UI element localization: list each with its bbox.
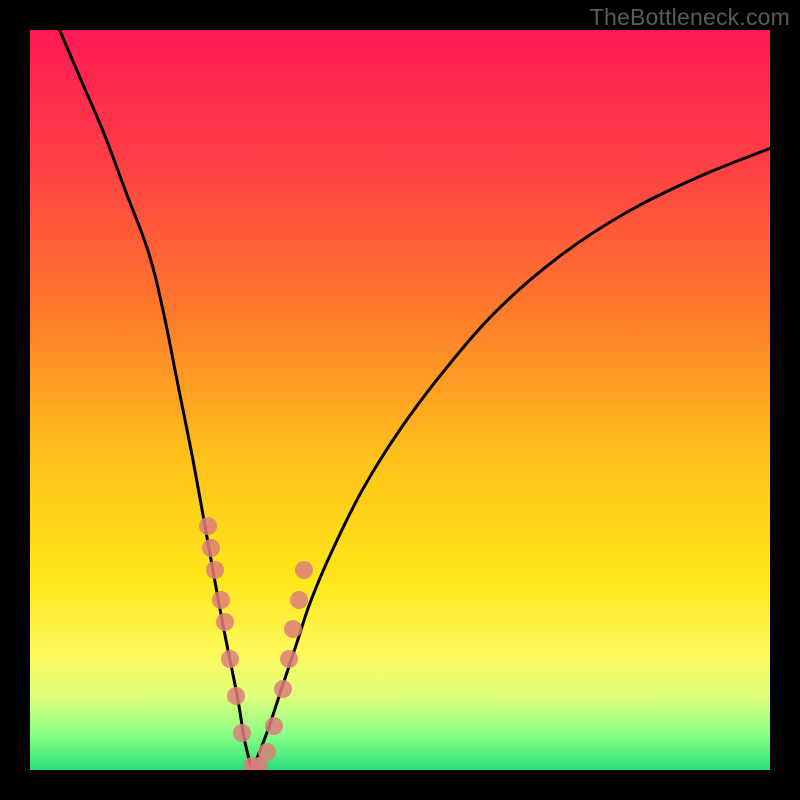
watermark-text: TheBottleneck.com xyxy=(590,4,790,31)
data-dot xyxy=(199,517,217,535)
data-dot xyxy=(280,650,298,668)
data-dot xyxy=(212,591,230,609)
data-dot xyxy=(227,687,245,705)
data-dot xyxy=(258,743,276,761)
data-dot xyxy=(290,591,308,609)
data-dot xyxy=(233,724,251,742)
data-dot xyxy=(221,650,239,668)
data-dot xyxy=(216,613,234,631)
data-dot xyxy=(274,680,292,698)
curve-right-branch xyxy=(252,148,770,770)
chart-frame: TheBottleneck.com xyxy=(0,0,800,800)
curve-layer xyxy=(30,30,770,770)
data-dot xyxy=(265,717,283,735)
plot-area xyxy=(30,30,770,770)
data-dot xyxy=(295,561,313,579)
